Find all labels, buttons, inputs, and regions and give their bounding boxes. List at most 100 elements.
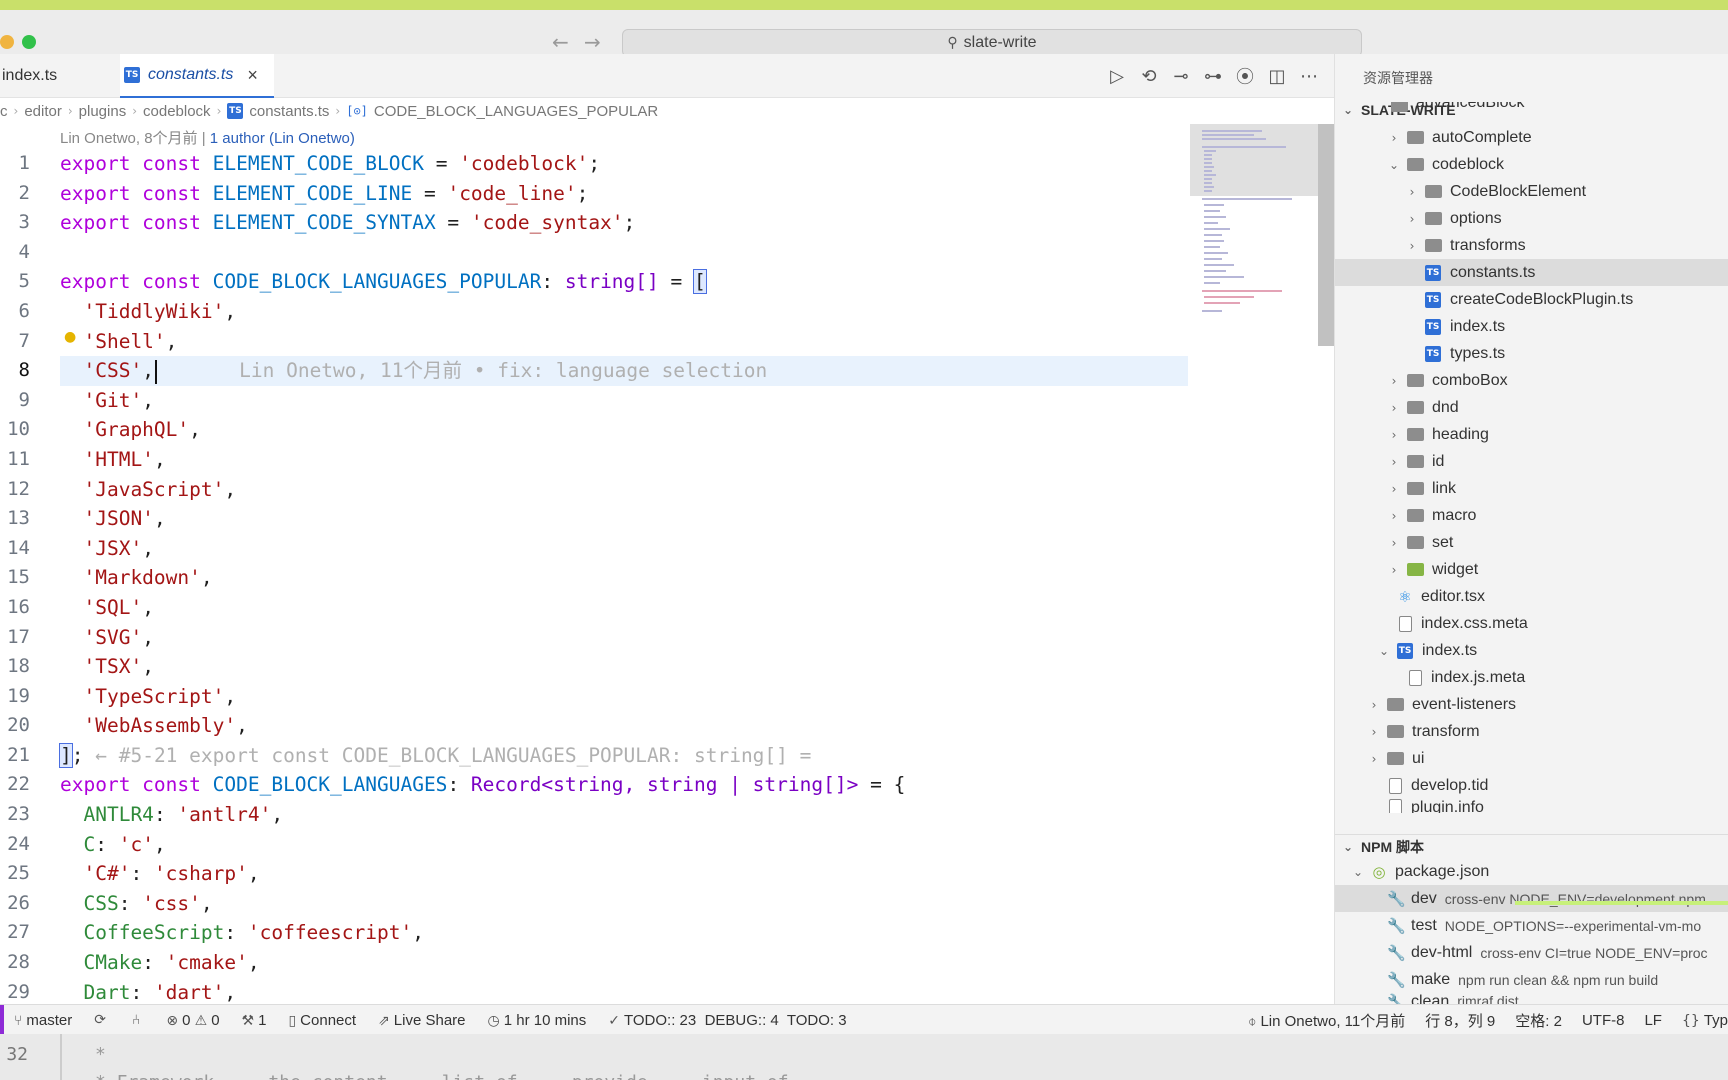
npm-package-json[interactable]: ⌄ ◎ package.json: [1335, 858, 1728, 885]
tree-folder-macro[interactable]: › macro: [1335, 502, 1728, 529]
code-line: 23 ANTLR4: 'antlr4',: [0, 800, 1190, 830]
tree-label: autoComplete: [1432, 128, 1532, 146]
punct: :: [447, 773, 471, 797]
tree-file-develop-tid[interactable]: develop.tid: [1335, 772, 1728, 799]
tree-folder-set[interactable]: › set: [1335, 529, 1728, 556]
tree-folder-combobox[interactable]: › comboBox: [1335, 367, 1728, 394]
vertical-scrollbar[interactable]: [1318, 124, 1334, 346]
tree-file-createcodeblockplugin-ts[interactable]: TS createCodeBlockPlugin.ts: [1335, 286, 1728, 313]
breadcrumb-segment[interactable]: plugins: [79, 103, 127, 120]
line-number: 27: [7, 921, 30, 944]
connect-status[interactable]: ▯ Connect: [288, 1012, 356, 1029]
breadcrumb-segment[interactable]: CODE_BLOCK_LANGUAGES_POPULAR: [374, 103, 658, 120]
npm-script-clean[interactable]: 🔧 clean rimraf dist: [1335, 993, 1728, 1004]
tree-file-types-ts[interactable]: TS types.ts: [1335, 340, 1728, 367]
time-tracker-status[interactable]: ◷ 1 hr 10 mins: [488, 1012, 587, 1029]
todo-status[interactable]: ✓ TODO:: 23 DEBUG:: 4 TODO: 3: [608, 1012, 846, 1029]
script-running-progress: [1515, 901, 1728, 905]
punct: ,: [224, 684, 237, 708]
git-graph-icon[interactable]: ⑃: [132, 1012, 140, 1028]
code-line: 19 'TypeScript',: [0, 682, 1190, 712]
folder-icon: [1407, 455, 1424, 468]
sync-icon[interactable]: ⟳: [94, 1012, 106, 1028]
npm-script-make[interactable]: 🔧 make npm run clean && npm run build: [1335, 966, 1728, 993]
tree-folder-id[interactable]: › id: [1335, 448, 1728, 475]
folder-icon: [1407, 536, 1424, 549]
string: 'JSX': [83, 536, 143, 560]
maximize-window-button[interactable]: [22, 35, 36, 49]
tree-folder-transform[interactable]: › transform: [1335, 718, 1728, 745]
blame-authors-link[interactable]: 1 author (Lin Onetwo): [210, 130, 355, 147]
line-number: 11: [7, 447, 30, 470]
breadcrumb-segment[interactable]: c: [0, 103, 8, 120]
code-editor[interactable]: 1 export const ELEMENT_CODE_BLOCK = 'code…: [0, 149, 1190, 1007]
top-color-strip: [0, 0, 1728, 10]
indentation-status[interactable]: 空格: 2: [1515, 1010, 1562, 1031]
tree-folder-dnd[interactable]: › dnd: [1335, 394, 1728, 421]
minimap[interactable]: [1190, 124, 1320, 1004]
language-mode-status[interactable]: {} Typ: [1682, 1012, 1728, 1029]
tree-file-index-css-meta[interactable]: index.css.meta: [1335, 610, 1728, 637]
breadcrumb-segment[interactable]: codeblock: [143, 103, 211, 120]
close-icon[interactable]: ×: [247, 65, 258, 86]
previous-change-icon[interactable]: ⊸: [1172, 66, 1190, 87]
ports-status[interactable]: ⚒ 1: [242, 1012, 267, 1029]
tab-index-ts[interactable]: index.ts: [0, 54, 120, 98]
identifier: ELEMENT_CODE_BLOCK: [212, 152, 424, 175]
npm-script-dev[interactable]: 🔧 dev cross-env NODE_ENV=development npm: [1335, 885, 1728, 912]
tree-file-editor-tsx[interactable]: ⚛ editor.tsx: [1335, 583, 1728, 610]
warning-count: 0: [211, 1011, 220, 1029]
operator: = {: [858, 773, 906, 797]
encoding-status[interactable]: UTF-8: [1582, 1012, 1625, 1029]
npm-script-dev-html[interactable]: 🔧 dev-html cross-env CI=true NODE_ENV=proc: [1335, 939, 1728, 966]
tree-folder-autocomplete[interactable]: › autoComplete: [1335, 124, 1728, 151]
tree-folder-widget[interactable]: › widget: [1335, 556, 1728, 583]
property: CoffeeScript: [83, 921, 225, 945]
tree-file-index-js-meta[interactable]: index.js.meta: [1335, 664, 1728, 691]
run-icon[interactable]: ▷: [1108, 66, 1126, 87]
string: 'TiddlyWiki': [83, 299, 225, 323]
folder-icon: [1407, 374, 1424, 387]
revert-icon[interactable]: ⟲: [1140, 66, 1158, 87]
live-share-status[interactable]: ⇗ Live Share: [378, 1012, 465, 1029]
tree-label: index.js.meta: [1431, 668, 1526, 686]
tree-folder-codeblockelement[interactable]: › CodeBlockElement: [1335, 178, 1728, 205]
eol-status[interactable]: LF: [1644, 1012, 1662, 1029]
tree-folder-event-listeners[interactable]: › event-listeners: [1335, 691, 1728, 718]
remote-indicator[interactable]: [0, 1005, 4, 1035]
tree-folder-options[interactable]: › options: [1335, 205, 1728, 232]
tree-folder-link[interactable]: › link: [1335, 475, 1728, 502]
tree-file-constants-ts[interactable]: TS constants.ts: [1335, 259, 1728, 286]
code-line: 13 'JSON',: [0, 504, 1190, 534]
back-arrow-icon[interactable]: ←: [552, 30, 569, 54]
folder-icon: [1387, 752, 1404, 765]
keyword: export const: [60, 211, 213, 235]
next-change-icon[interactable]: ⊶: [1204, 66, 1222, 87]
tree-folder-codeblock[interactable]: ⌄ codeblock: [1335, 151, 1728, 178]
language-label: Typ: [1703, 1011, 1728, 1029]
timeline-icon[interactable]: ⦿: [1236, 63, 1254, 89]
forward-arrow-icon[interactable]: →: [584, 30, 601, 54]
minimize-window-button[interactable]: [0, 35, 14, 49]
tree-folder-transforms[interactable]: › transforms: [1335, 232, 1728, 259]
problems-status[interactable]: ⊗ 0 ⚠ 0: [166, 1012, 219, 1029]
tab-constants-ts[interactable]: TS constants.ts ×: [120, 54, 274, 98]
tree-file-index-ts[interactable]: TS index.ts: [1335, 313, 1728, 340]
command-center-search[interactable]: ⚲ slate-write: [622, 29, 1362, 57]
npm-script-test[interactable]: 🔧 test NODE_OPTIONS=--experimental-vm-mo: [1335, 912, 1728, 939]
git-branch-status[interactable]: ⑂ master: [14, 1012, 72, 1029]
punct: ,: [236, 714, 248, 738]
cursor-position[interactable]: 行 8，列 9: [1425, 1010, 1495, 1031]
tree-folder-heading[interactable]: › heading: [1335, 421, 1728, 448]
breadcrumb-segment[interactable]: editor: [24, 103, 62, 120]
string: 'HTML': [83, 447, 154, 471]
tree-folder-ui[interactable]: › ui: [1335, 745, 1728, 772]
npm-scripts-section[interactable]: ⌄ NPM 脚本: [1335, 834, 1728, 858]
tree-file-plugin-info[interactable]: plugin.info: [1335, 799, 1728, 813]
code-line: 3 export const ELEMENT_CODE_SYNTAX = 'cod…: [0, 208, 1190, 238]
split-editor-icon[interactable]: ◫: [1268, 66, 1286, 87]
git-blame-status[interactable]: ⌽ Lin Onetwo, 11个月前: [1248, 1010, 1405, 1031]
more-actions-icon[interactable]: ⋯: [1300, 66, 1318, 87]
tree-file-index-ts-root[interactable]: ⌄ TS index.ts: [1335, 637, 1728, 664]
breadcrumb-segment[interactable]: constants.ts: [249, 103, 329, 120]
